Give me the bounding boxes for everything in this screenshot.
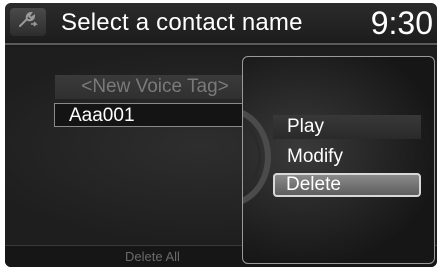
- menu-item-modify[interactable]: Modify: [273, 145, 421, 169]
- wrench-back-icon: [17, 10, 39, 35]
- list-item-contact[interactable]: Aaa001: [54, 103, 254, 127]
- list-item-new-voice-tag[interactable]: <New Voice Tag>: [55, 75, 255, 99]
- delete-all-button[interactable]: Delete All: [125, 249, 180, 264]
- header-divider: [5, 43, 437, 45]
- popup-menu: Play Modify Delete: [242, 56, 435, 264]
- header-bar: Select a contact name 9:30: [5, 3, 437, 43]
- back-button[interactable]: [10, 8, 46, 36]
- menu-item-delete[interactable]: Delete: [273, 173, 421, 197]
- menu-item-play[interactable]: Play: [273, 115, 421, 139]
- clock: 9:30: [370, 5, 433, 41]
- page-title: Select a contact name: [61, 9, 303, 36]
